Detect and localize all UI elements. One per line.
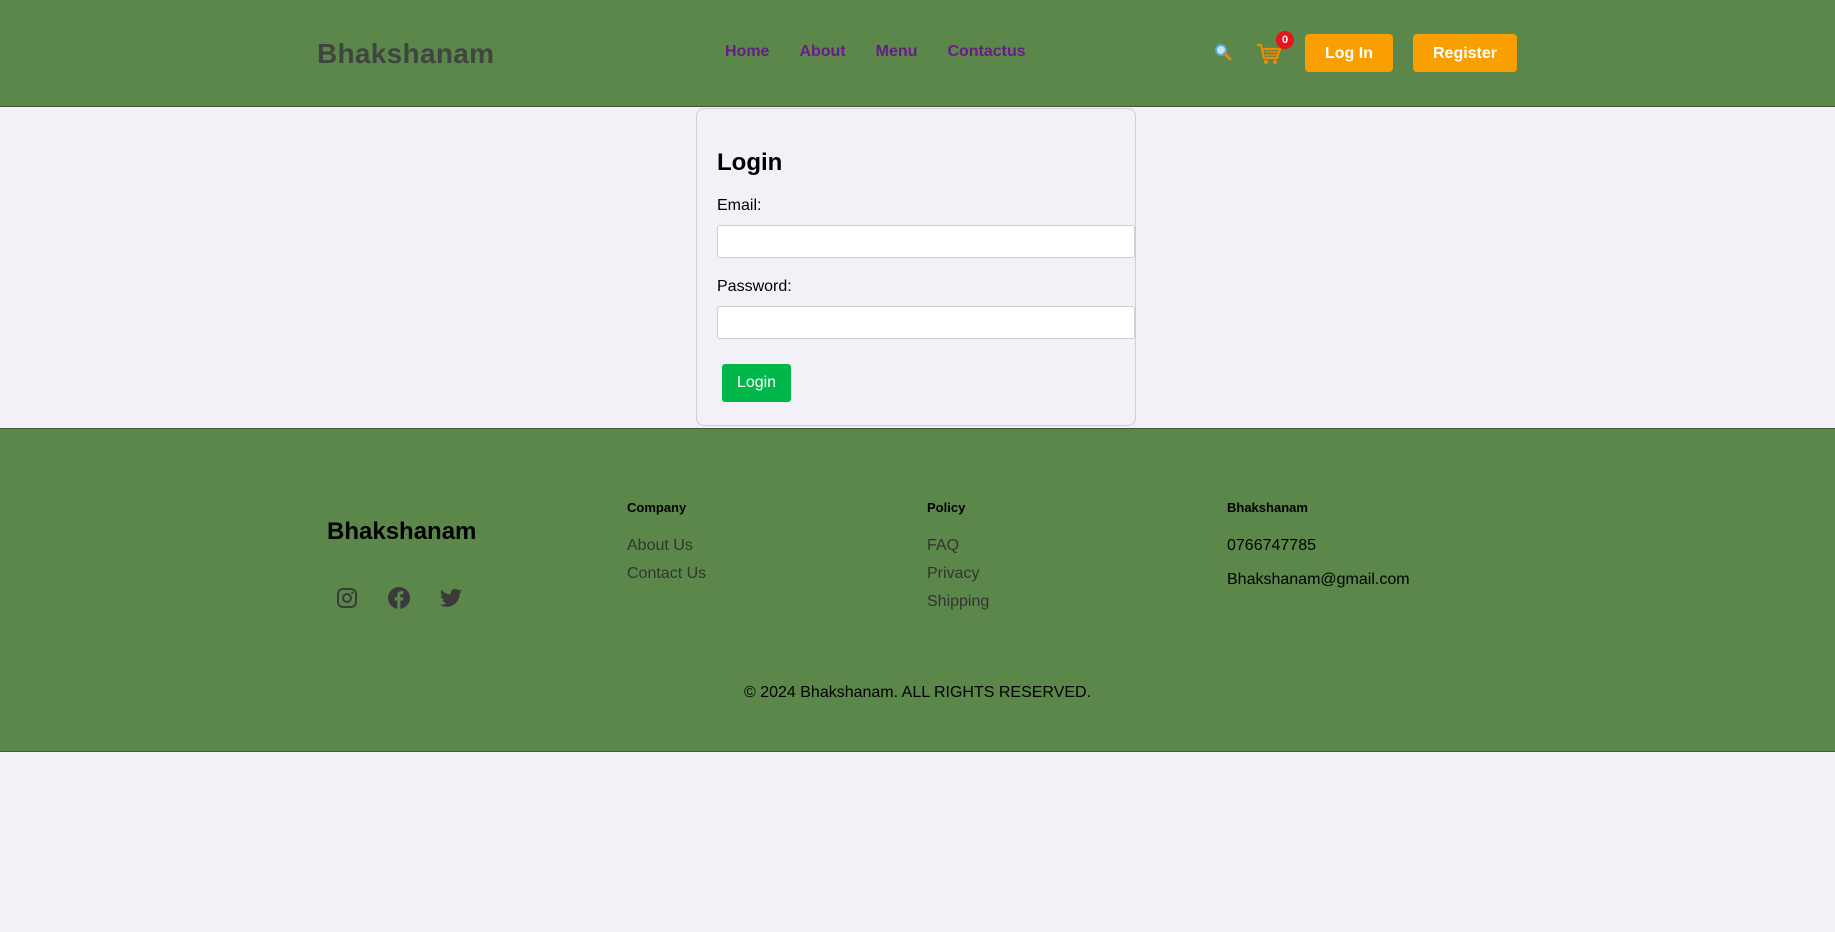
policy-heading: Policy: [927, 500, 966, 515]
instagram-icon[interactable]: [335, 586, 359, 610]
footer-contact-us-link[interactable]: Contact Us: [627, 565, 706, 583]
copyright-text: © 2024 Bhakshanam. ALL RIGHTS RESERVED.: [743, 684, 1092, 701]
site-footer: Bhakshanam Company About Us Contact Us P…: [0, 428, 1835, 752]
password-label: Password:: [717, 278, 792, 295]
footer-shipping-link[interactable]: Shipping: [927, 593, 989, 611]
contact-email: Bhakshanam@gmail.com: [1227, 571, 1410, 588]
contact-heading: Bhakshanam: [1227, 500, 1308, 515]
cart-count-badge: 0: [1276, 31, 1294, 49]
company-heading: Company: [627, 500, 687, 515]
email-label: Email:: [717, 197, 762, 214]
site-logo[interactable]: Bhakshanam: [317, 38, 494, 70]
login-card: Login Email: Password: Login: [696, 108, 1136, 426]
register-button[interactable]: Register: [1413, 34, 1517, 72]
nav-contactus-link[interactable]: Contactus: [947, 43, 1025, 61]
email-field[interactable]: [717, 225, 1135, 258]
nav-about-link[interactable]: About: [799, 43, 845, 61]
facebook-icon[interactable]: [387, 586, 411, 610]
main-nav: Home About Menu Contactus: [725, 43, 1026, 61]
login-submit-button[interactable]: Login: [722, 364, 791, 402]
footer-about-us-link[interactable]: About Us: [627, 537, 693, 555]
nav-menu-link[interactable]: Menu: [876, 43, 918, 61]
contact-phone: 0766747785: [1227, 537, 1316, 554]
site-header: Bhakshanam Home About Menu Contactus 0 L…: [0, 0, 1835, 107]
password-field[interactable]: [717, 306, 1135, 339]
login-title: Login: [717, 149, 783, 176]
social-links: [335, 586, 463, 610]
search-icon[interactable]: [1214, 43, 1232, 66]
footer-brand: Bhakshanam: [327, 518, 477, 545]
footer-faq-link[interactable]: FAQ: [927, 537, 959, 555]
login-button[interactable]: Log In: [1305, 34, 1393, 72]
twitter-icon[interactable]: [439, 586, 463, 610]
footer-privacy-link[interactable]: Privacy: [927, 565, 979, 583]
nav-home-link[interactable]: Home: [725, 43, 769, 61]
